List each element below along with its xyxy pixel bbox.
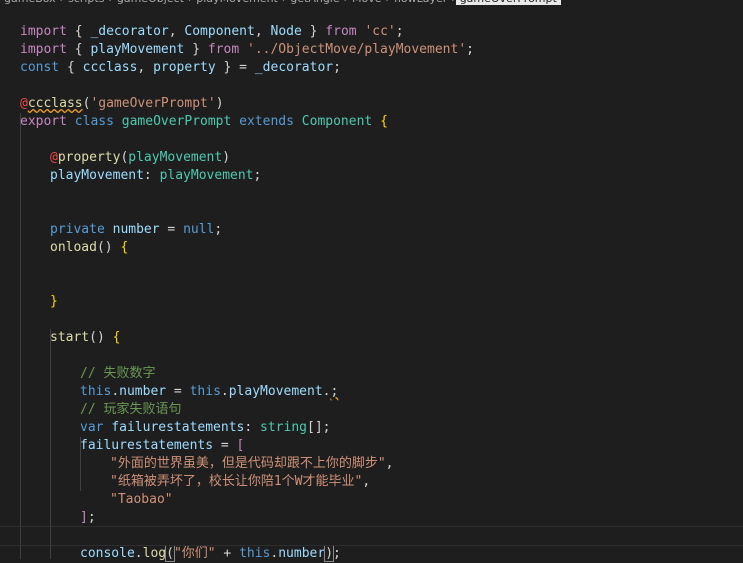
code-line[interactable]: start() { bbox=[50, 311, 120, 345]
code-line[interactable]: this.number = this.playMovement.; bbox=[80, 365, 338, 399]
code-line[interactable]: onload() { bbox=[50, 221, 128, 255]
code-line[interactable]: import { _decorator, Component, Node } f… bbox=[20, 5, 404, 39]
code-line[interactable]: "Taobao" bbox=[110, 473, 173, 507]
code-line[interactable]: // 失败数字 bbox=[80, 347, 155, 381]
code-line[interactable]: var failurestatements: string[]; bbox=[80, 401, 330, 435]
code-editor[interactable]: import { _decorator, Component, Node } f… bbox=[0, 5, 743, 562]
current-code-line[interactable]: console.log("你们" + this.number); bbox=[0, 526, 743, 562]
code-line[interactable]: import { playMovement } from '../ObjectM… bbox=[20, 23, 474, 57]
code-line[interactable]: "外面的世界虽美，但是代码却跟不上你的脚步", bbox=[110, 437, 393, 471]
code-line[interactable]: // 玩家失败语句 bbox=[80, 383, 181, 417]
indent-guide bbox=[20, 113, 21, 559]
code-line[interactable]: ]; bbox=[80, 491, 96, 525]
code-line[interactable]: private number = null; bbox=[50, 203, 222, 237]
code-line[interactable]: const { ccclass, property } = _decorator… bbox=[20, 41, 341, 75]
code-line[interactable]: export class gameOverPrompt extends Comp… bbox=[20, 95, 388, 129]
code-line[interactable]: failurestatements = [ bbox=[80, 419, 244, 453]
code-line[interactable]: playMovement: playMovement; bbox=[50, 149, 261, 183]
code-line[interactable]: @ccclass('gameOverPrompt') bbox=[20, 77, 224, 111]
code-line[interactable]: @property(playMovement) bbox=[50, 131, 230, 165]
code-line[interactable]: "纸箱被弄坏了，校长让你陪1个W才能毕业", bbox=[110, 455, 370, 489]
indent-guide bbox=[50, 329, 51, 559]
code-line[interactable]: } bbox=[50, 275, 58, 309]
